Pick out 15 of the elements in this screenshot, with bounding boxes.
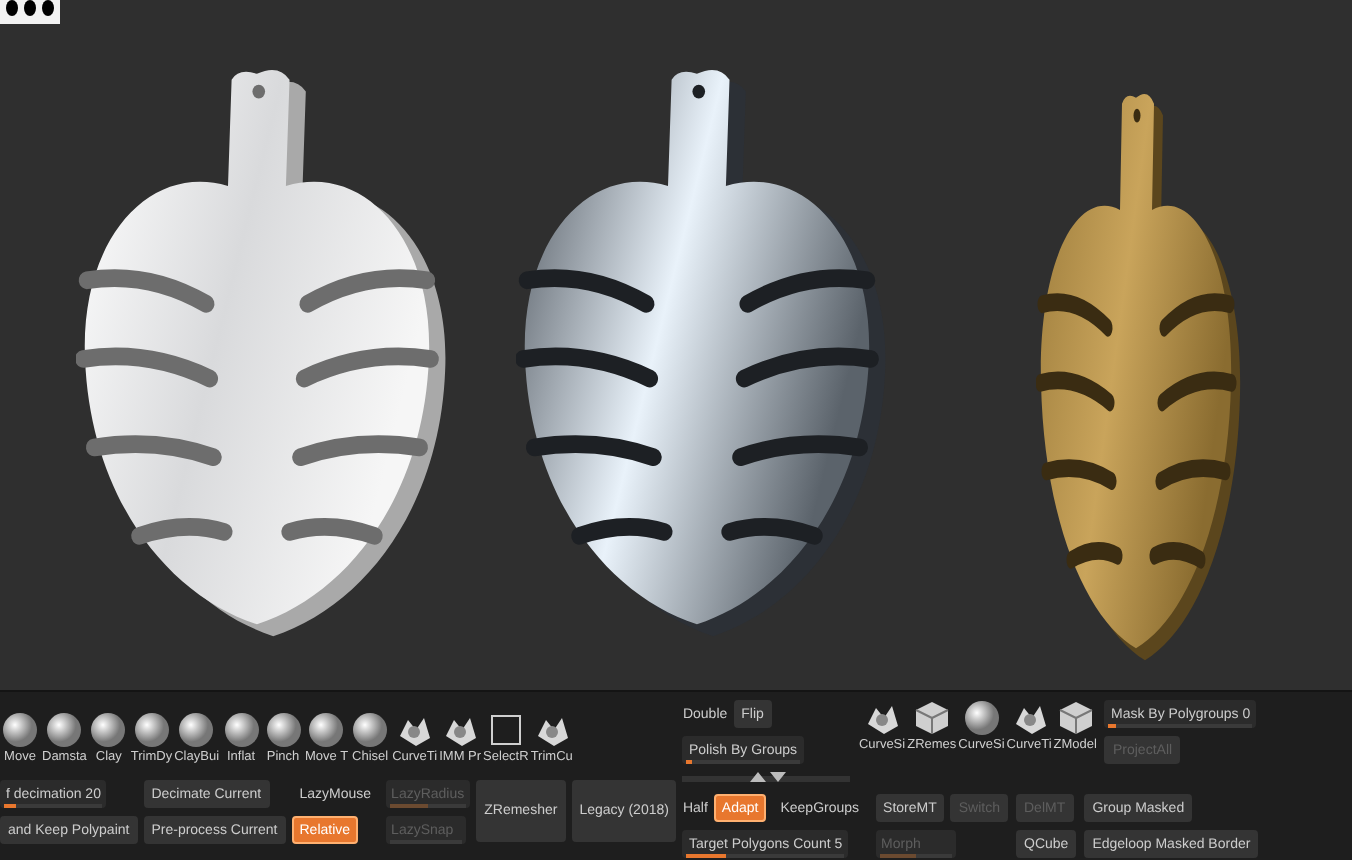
sphere-icon (223, 712, 260, 748)
sphere-icon (308, 712, 345, 748)
sphere-icon (133, 712, 170, 748)
sphere-icon (265, 712, 302, 748)
sphere-icon (352, 712, 389, 748)
logo-drawing (0, 0, 60, 24)
sphere-icon (963, 700, 1000, 736)
sphere-icon (178, 712, 215, 748)
square-icon (487, 712, 524, 748)
up-down-arrows-icon (682, 770, 851, 786)
sphere-icon (2, 712, 38, 748)
cube-icon (1057, 700, 1094, 736)
cube-icon (913, 700, 950, 736)
sphere-icon (46, 712, 83, 748)
sphere-icon (90, 712, 127, 748)
